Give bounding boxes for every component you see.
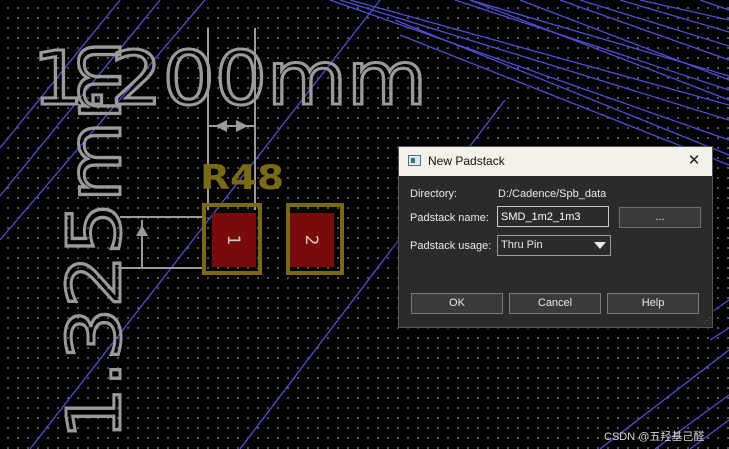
padstack-name-label: Padstack name: bbox=[410, 212, 489, 224]
padstack-usage-label: Padstack usage: bbox=[410, 240, 492, 252]
help-button[interactable]: Help bbox=[607, 293, 699, 314]
close-icon[interactable]: ✕ bbox=[682, 150, 706, 172]
padstack-app-icon bbox=[408, 155, 421, 166]
resize-grip-icon[interactable]: ⋰ bbox=[703, 316, 711, 325]
padstack-name-input[interactable] bbox=[497, 206, 609, 227]
pad-1-label: 1 bbox=[223, 235, 243, 246]
resistor-footprint[interactable]: 1 2 R48 bbox=[200, 158, 344, 275]
padstack-usage-select[interactable]: Thru Pin bbox=[497, 235, 611, 256]
padstack-usage-value: Thru Pin bbox=[501, 239, 543, 251]
dimension-label-vertical: 1.325mm bbox=[52, 40, 138, 440]
ok-button[interactable]: OK bbox=[411, 293, 503, 314]
directory-label: Directory: bbox=[410, 188, 458, 200]
browse-button[interactable]: ... bbox=[619, 207, 701, 228]
watermark: CSDN @五羟基己醛 bbox=[604, 431, 705, 443]
cancel-button[interactable]: Cancel bbox=[509, 293, 601, 314]
directory-value: D:/Cadence/Spb_data bbox=[498, 188, 607, 200]
chevron-down-icon bbox=[594, 242, 606, 249]
pad-2-label: 2 bbox=[301, 235, 321, 246]
refdes-label: R48 bbox=[200, 158, 284, 198]
new-padstack-dialog: New Padstack ✕ Directory: D:/Cadence/Spb… bbox=[398, 146, 713, 328]
dialog-titlebar[interactable]: New Padstack ✕ bbox=[399, 147, 712, 176]
dialog-title: New Padstack bbox=[428, 154, 505, 168]
